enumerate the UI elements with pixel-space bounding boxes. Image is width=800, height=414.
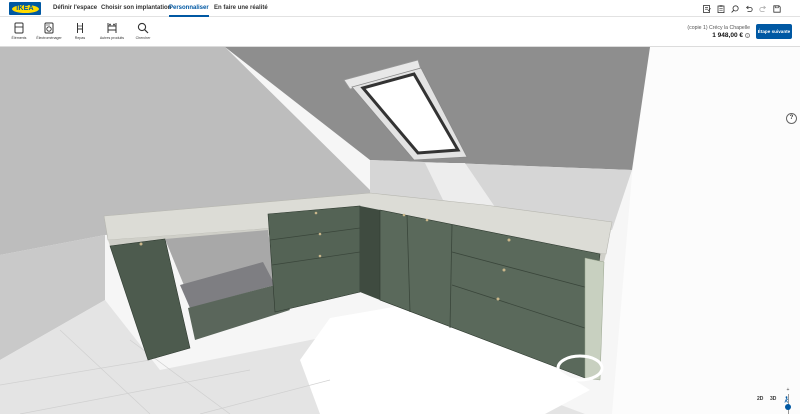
chair-icon (77, 23, 83, 33)
cabinet-knob (318, 232, 322, 236)
zoom-in-button[interactable]: + (784, 388, 792, 393)
3d-viewport[interactable]: ? + − (0, 47, 800, 414)
info-icon[interactable]: i (745, 32, 750, 38)
tab-customize[interactable]: Personnaliser (169, 0, 209, 17)
walk-person-icon (784, 396, 789, 403)
edit-list-icon (703, 4, 711, 13)
tab-choose-layout[interactable]: Choisir son implantation (101, 0, 171, 17)
cabinet-knob (314, 211, 318, 215)
toolbar-item-search[interactable]: Chercher (126, 22, 160, 40)
project-summary: (copie 1) Crécy la Chapelle 1 948,00 € i (687, 25, 750, 39)
tab-define-space[interactable]: Définir l'espace (53, 0, 97, 17)
search-zoom-icon (731, 4, 739, 13)
project-name: (copie 1) Crécy la Chapelle (687, 25, 750, 31)
save-button[interactable] (770, 3, 784, 14)
search-zoom-button[interactable] (728, 3, 742, 14)
cabinet-icon (14, 22, 24, 34)
top-navigation-bar: IKEA Définir l'espace Choisir son implan… (0, 0, 800, 17)
cabinet-knob (318, 254, 322, 258)
cabinet-knob (402, 213, 406, 217)
cabinet-knob (425, 218, 429, 222)
clipboard-button[interactable] (714, 3, 728, 14)
cabinet-knob (139, 242, 143, 246)
toolbar-item-label: Autres produits (99, 36, 125, 40)
cabinet-knob (507, 238, 511, 242)
ikea-logo-text: IKEA (11, 4, 39, 13)
toolbar-item-label: Éléments (11, 36, 27, 40)
tab-make-it-real[interactable]: En faire une réalité (214, 0, 268, 17)
view-3d-button[interactable]: 3D (770, 396, 776, 403)
toolbar-item-label: Repas (74, 36, 86, 40)
toolbar-item-elements[interactable]: Éléments (2, 22, 36, 40)
zoom-knob[interactable] (785, 403, 791, 410)
project-price-row: 1 948,00 € i (687, 32, 750, 39)
clipboard-icon (717, 4, 725, 13)
cabinet-knob (496, 297, 500, 301)
camera-tool-button[interactable] (783, 396, 790, 403)
help-button[interactable]: ? (786, 113, 797, 124)
toolbar-item-label: Électroménager (36, 36, 62, 40)
toolbar-item-other-products[interactable]: Autres produits (95, 22, 129, 40)
view-2d-button[interactable]: 2D (757, 396, 763, 403)
project-price: 1 948,00 € (712, 32, 743, 39)
product-toolbar: Éléments Électroménager Repas Autres pro… (0, 17, 800, 47)
edit-list-button[interactable] (700, 3, 714, 14)
search-icon (137, 22, 149, 34)
redo-icon (759, 5, 767, 12)
kitchen-3d-scene[interactable] (0, 47, 800, 414)
toolbar-item-appliances[interactable]: Électroménager (32, 22, 66, 40)
products-icon (107, 23, 117, 33)
corner-cabinet-side (360, 206, 380, 300)
toolbar-item-label: Chercher (135, 36, 151, 40)
top-tools (700, 3, 784, 14)
undo-icon (745, 5, 753, 12)
cabinet-knob (502, 268, 506, 272)
save-icon (773, 4, 781, 13)
toolbar-item-dining[interactable]: Repas (63, 22, 97, 40)
ikea-logo[interactable]: IKEA (9, 2, 41, 15)
undo-button[interactable] (742, 3, 756, 14)
appliance-icon (44, 22, 54, 34)
next-step-button[interactable]: Étape suivante (756, 24, 792, 39)
redo-button[interactable] (756, 3, 770, 14)
